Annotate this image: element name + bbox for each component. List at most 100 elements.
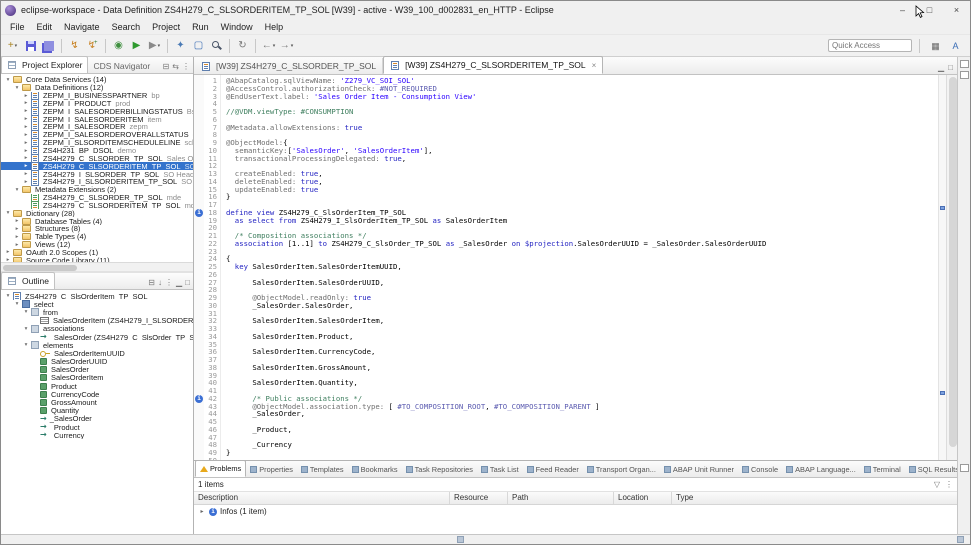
code-line[interactable]: key SalesOrderItem.SalesOrderItemUUID, bbox=[226, 263, 938, 271]
tree-item[interactable]: ▸ZS4H279_I_SLSORDER_TP_SOLSO Header... bbox=[1, 170, 193, 178]
quick-access-input[interactable] bbox=[828, 39, 912, 52]
tree-item[interactable]: → _Product bbox=[1, 423, 193, 431]
column-header[interactable]: Type bbox=[672, 492, 957, 504]
code-line[interactable]: SalesOrderItem.Product, bbox=[226, 332, 938, 341]
expand-icon[interactable]: ▸ bbox=[22, 163, 30, 169]
tree-item[interactable]: ▸ZEPM_I_SLSORDITEMSCHEDULELINEsched... bbox=[1, 138, 193, 147]
column-header[interactable]: Description bbox=[194, 492, 450, 504]
search-icon[interactable] bbox=[208, 37, 225, 55]
code-line[interactable]: @Metadata.allowExtensions: true bbox=[226, 123, 938, 132]
overview-info-marker[interactable] bbox=[940, 205, 945, 210]
tab-abap-unit-runner[interactable]: ABAP Unit Runner bbox=[660, 462, 738, 477]
tree-item[interactable]: ▸ ZS4H231_BP_DSOL demo bbox=[1, 146, 193, 155]
code-line[interactable]: _SalesOrder.SalesOrder, bbox=[226, 301, 938, 310]
tree-item[interactable]: ▾ ZS4H279_C_SlsOrderItem_TP_SOL bbox=[1, 292, 193, 301]
sort-icon[interactable]: ↓ bbox=[158, 279, 162, 287]
code-line[interactable]: updateEnabled: true bbox=[226, 185, 938, 194]
collapse-all-icon[interactable]: ⊟ bbox=[148, 279, 155, 287]
code-editor[interactable]: ii 1 2 3 4 5 6 7 8 9 10 11 12 13 14 15 16 17 18 19 20 21 22 23… bbox=[194, 75, 957, 464]
forward-icon[interactable]: → ▾ bbox=[278, 37, 295, 55]
filter-icon[interactable]: ▽ bbox=[934, 480, 940, 489]
new-wizard-icon[interactable]: + ▾ bbox=[4, 37, 21, 55]
tree-item[interactable]: ▸ ZEPM_I_BUSINESSPARTNER bp bbox=[1, 91, 193, 100]
expand-icon[interactable]: ▸ bbox=[22, 108, 30, 114]
expand-icon[interactable]: ▸ bbox=[22, 116, 30, 122]
tree-item[interactable]: ▸ZS4H279_I_SLSORDERITEM_TP_SOLSO Iter... bbox=[1, 177, 193, 186]
horizontal-scrollbar[interactable] bbox=[1, 262, 193, 271]
tab-task-list[interactable]: Task List bbox=[477, 462, 523, 477]
tab-abap-language-[interactable]: ABAP Language... bbox=[782, 462, 860, 477]
status-activity-icon[interactable] bbox=[457, 536, 464, 543]
expand-icon[interactable]: ▸ bbox=[4, 249, 12, 255]
code-line[interactable]: SalesOrderItem.SalesOrderItem, bbox=[226, 317, 938, 325]
code-line[interactable]: as select from ZS4H279_I_SlsOrderItem_TP… bbox=[226, 216, 938, 225]
run-icon[interactable]: ▶ bbox=[128, 37, 145, 55]
expand-icon[interactable]: ▸ bbox=[22, 171, 30, 177]
save-icon[interactable] bbox=[22, 37, 39, 55]
expand-icon[interactable]: ▸ bbox=[13, 226, 21, 232]
expand-icon[interactable]: ▸ bbox=[13, 218, 21, 224]
collapse-all-icon[interactable]: ⊟ bbox=[163, 63, 170, 71]
tree-item[interactable]: GrossAmount bbox=[1, 398, 193, 407]
back-icon[interactable]: ← ▾ bbox=[260, 37, 277, 55]
code-line[interactable]: deleteEnabled: true, bbox=[226, 177, 938, 186]
tree-item[interactable]: → _SalesOrder (ZS4H279_C_SlsOrder_TP_SOL) bbox=[1, 333, 193, 341]
info-marker-icon[interactable]: i bbox=[195, 208, 203, 217]
link-with-editor-icon[interactable]: ⇆ bbox=[172, 63, 179, 71]
collapse-icon[interactable]: ▾ bbox=[4, 293, 12, 299]
code-line[interactable] bbox=[226, 418, 938, 426]
tab-problems[interactable]: Problems bbox=[195, 461, 247, 477]
tree-item[interactable]: → _Currency bbox=[1, 431, 193, 439]
tree-item[interactable]: ▾ Dictionary (28) bbox=[1, 209, 193, 217]
restore-view-icon[interactable] bbox=[959, 71, 969, 79]
tree-item[interactable]: ▾ associations bbox=[1, 325, 193, 333]
expand-icon[interactable]: ▸ bbox=[22, 124, 30, 130]
tree-item[interactable]: ▾ select bbox=[1, 300, 193, 308]
tab-properties[interactable]: Properties bbox=[246, 462, 297, 477]
restore-view-icon[interactable] bbox=[959, 464, 969, 472]
tree-item[interactable]: ZS4H279_C_SLSORDERITEM_TP_SOLmde bbox=[1, 201, 193, 210]
tree-item[interactable]: SalesOrder bbox=[1, 366, 193, 374]
tab-feed-reader[interactable]: Feed Reader bbox=[523, 462, 583, 477]
code-line[interactable]: } bbox=[226, 449, 938, 457]
tab-console[interactable]: Console bbox=[738, 462, 782, 477]
info-marker-icon[interactable]: i bbox=[195, 395, 203, 404]
line-number-ruler[interactable]: 1 2 3 4 5 6 7 8 9 10 11 12 13 14 15 16 17 18 19 20 21 22 23 24 2… bbox=[204, 75, 221, 464]
tab-templates[interactable]: Templates bbox=[297, 462, 348, 477]
expand-icon[interactable]: ▸ bbox=[22, 140, 30, 146]
collapse-icon[interactable]: ▾ bbox=[22, 309, 30, 315]
tree-item[interactable]: ▸ZS4H279_C_SLSORDERITEM_TP_SOLSO Ite... bbox=[1, 162, 193, 171]
close-button[interactable]: × bbox=[943, 1, 970, 19]
view-menu-icon[interactable]: ⋮ bbox=[182, 63, 190, 71]
expand-icon[interactable]: ▸ bbox=[22, 100, 30, 106]
expand-icon[interactable]: ▸ bbox=[13, 234, 21, 240]
menu-search[interactable]: Search bbox=[106, 22, 147, 32]
minimize-button[interactable]: – bbox=[889, 1, 916, 19]
tree-item[interactable]: ▸ ZEPM_I_PRODUCT prod bbox=[1, 99, 193, 108]
menu-edit[interactable]: Edit bbox=[31, 22, 59, 32]
new-abap-object-icon[interactable]: ✦ bbox=[172, 37, 189, 55]
tab-transport-organ-[interactable]: Transport Organ... bbox=[583, 462, 660, 477]
view-menu-icon[interactable]: ⋮ bbox=[165, 279, 173, 287]
save-all-icon[interactable] bbox=[40, 37, 57, 55]
view-menu-icon[interactable]: ⋮ bbox=[945, 480, 953, 489]
collapse-icon[interactable]: ▾ bbox=[22, 342, 30, 348]
overview-ruler[interactable] bbox=[938, 75, 946, 460]
code-line[interactable]: SalesOrderItem.CurrencyCode, bbox=[226, 348, 938, 356]
tree-item[interactable]: ▾ Metadata Extensions (2) bbox=[1, 186, 193, 194]
activate-multiple-icon[interactable]: ↯ + bbox=[84, 37, 101, 55]
activate-icon[interactable]: ↯ bbox=[66, 37, 83, 55]
code-line[interactable]: @ObjectModel.association.type: [ #TO_COM… bbox=[226, 402, 938, 411]
menu-navigate[interactable]: Navigate bbox=[58, 22, 106, 32]
tree-item[interactable]: ▸ZEPM_I_SALESORDEROVERALLSTATUSostat bbox=[1, 130, 193, 139]
menu-help[interactable]: Help bbox=[259, 22, 290, 32]
tree-item[interactable]: ZS4H279_C_SLSORDER_TP_SOL mde bbox=[1, 193, 193, 202]
editor-tab[interactable]: [W39] ZS4H279_C_SLSORDERITEM_TP_SOL × bbox=[383, 56, 604, 74]
abap-perspective-icon[interactable]: A bbox=[947, 37, 964, 55]
annotation-ruler[interactable]: ii bbox=[194, 75, 204, 460]
tree-item[interactable]: SalesOrderItemUUID bbox=[1, 349, 193, 358]
editor-tab[interactable]: [W39] ZS4H279_C_SLSORDER_TP_SOL bbox=[195, 58, 384, 74]
expand-icon[interactable]: ▸ bbox=[22, 179, 30, 185]
tree-item[interactable]: ▸ Table Types (4) bbox=[1, 233, 193, 241]
code-line[interactable]: SalesOrderItem.Quantity, bbox=[226, 379, 938, 387]
